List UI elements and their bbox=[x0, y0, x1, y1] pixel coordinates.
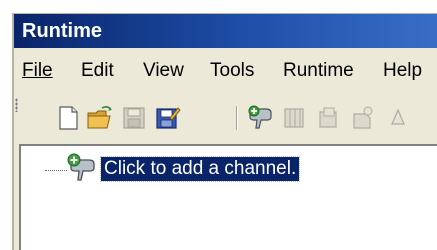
more-icon bbox=[391, 108, 405, 125]
save-as-button[interactable] bbox=[153, 104, 181, 132]
menu-tools[interactable]: Tools bbox=[208, 60, 256, 82]
save-button[interactable] bbox=[120, 104, 148, 132]
menu-bar: File Edit View Tools Runtime Help bbox=[14, 48, 437, 94]
add-item-icon bbox=[319, 107, 337, 128]
add-channel-button[interactable] bbox=[246, 104, 274, 132]
screenshot-frame: Runtime File Edit View Tools Runtime Hel… bbox=[0, 0, 437, 250]
menu-file[interactable]: File bbox=[20, 60, 55, 82]
tree-connector bbox=[45, 170, 67, 171]
menu-view-label: View bbox=[143, 60, 184, 81]
add-channel-icon bbox=[248, 105, 272, 129]
add-channel-node-icon[interactable] bbox=[65, 152, 99, 182]
add-element-icon bbox=[353, 106, 373, 129]
open-button[interactable] bbox=[86, 104, 114, 132]
add-block-icon bbox=[284, 108, 304, 128]
app-window: Runtime File Edit View Tools Runtime Hel… bbox=[12, 13, 437, 250]
menu-edit[interactable]: Edit bbox=[79, 60, 116, 82]
add-block-button[interactable] bbox=[280, 104, 308, 132]
menu-edit-label: Edit bbox=[81, 60, 114, 81]
channel-tree[interactable]: Click to add a channel. bbox=[19, 144, 437, 250]
menu-view[interactable]: View bbox=[141, 60, 186, 82]
menu-runtime[interactable]: Runtime bbox=[281, 60, 356, 82]
more-button[interactable] bbox=[382, 104, 410, 132]
menu-runtime-label: Runtime bbox=[283, 60, 354, 81]
menu-help[interactable]: Help bbox=[381, 60, 424, 82]
window-title: Runtime bbox=[22, 20, 102, 42]
save-icon bbox=[123, 107, 145, 129]
menu-tools-label: Tools bbox=[210, 60, 255, 81]
toolbar-separator bbox=[236, 106, 238, 130]
add-element-button[interactable] bbox=[348, 104, 376, 132]
save-as-icon bbox=[156, 107, 181, 129]
menu-help-label: Help bbox=[383, 60, 423, 81]
new-document-icon bbox=[59, 106, 78, 130]
new-document-button[interactable] bbox=[54, 104, 82, 132]
open-folder-icon bbox=[87, 105, 112, 129]
menu-file-label: File bbox=[22, 60, 53, 81]
add-item-button[interactable] bbox=[314, 104, 342, 132]
title-bar[interactable]: Runtime bbox=[14, 14, 437, 48]
toolbar bbox=[14, 94, 437, 144]
channel-icon bbox=[67, 153, 95, 181]
toolbar-grip[interactable] bbox=[15, 98, 18, 112]
add-channel-node[interactable]: Click to add a channel. bbox=[99, 156, 301, 182]
